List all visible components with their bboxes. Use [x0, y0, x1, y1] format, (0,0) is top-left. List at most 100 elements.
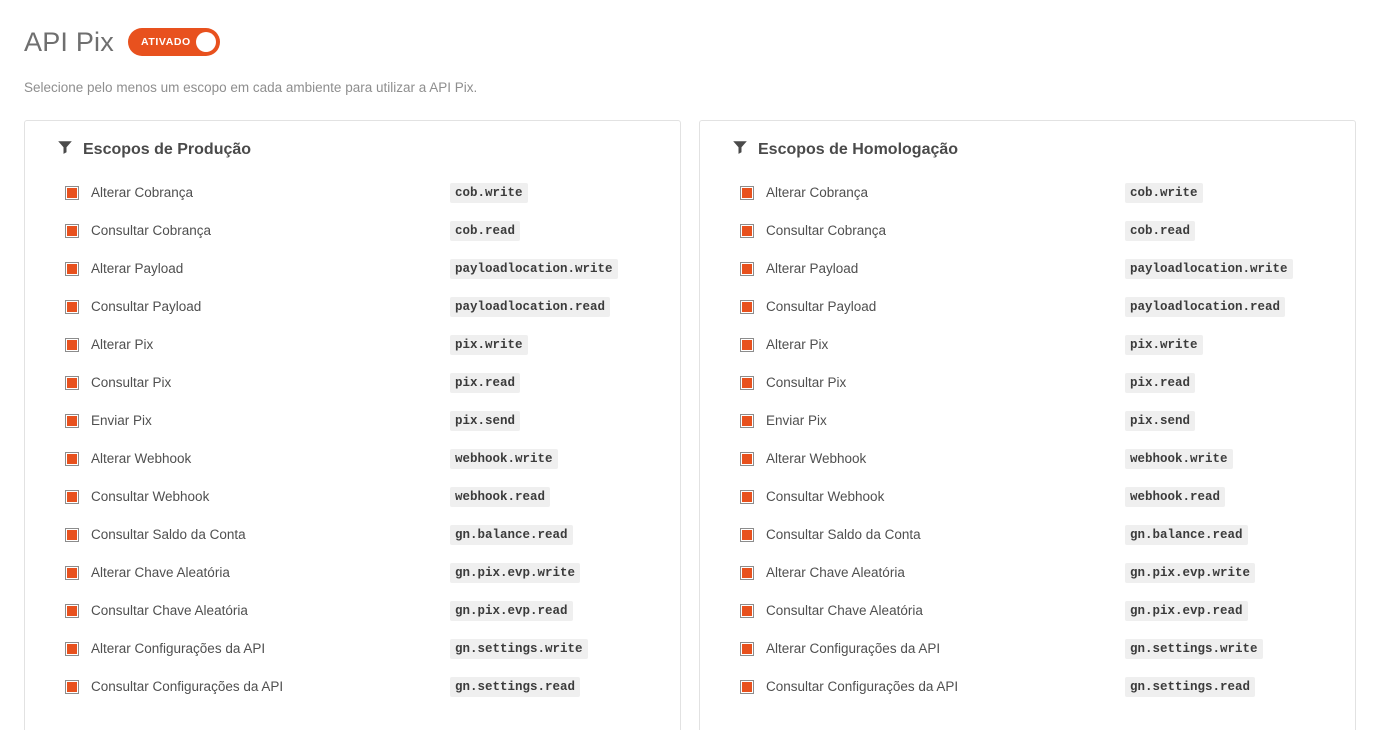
checkbox-checked-icon: [742, 416, 752, 426]
scope-checkbox[interactable]: [740, 376, 754, 390]
scope-row[interactable]: Enviar Pix pix.send: [720, 402, 1335, 440]
scope-checkbox[interactable]: [740, 566, 754, 580]
scope-label: Alterar Configurações da API: [766, 641, 941, 656]
scope-label: Consultar Saldo da Conta: [91, 527, 246, 542]
checkbox-checked-icon: [67, 492, 77, 502]
checkbox-checked-icon: [742, 378, 752, 388]
scope-row[interactable]: Consultar Cobrança cob.read: [45, 212, 660, 250]
scope-row[interactable]: Consultar Webhook webhook.read: [720, 478, 1335, 516]
scope-checkbox[interactable]: [65, 490, 79, 504]
scope-row[interactable]: Alterar Pix pix.write: [720, 326, 1335, 364]
scope-code-tag: gn.pix.evp.write: [1125, 563, 1256, 583]
toggle-knob[interactable]: [195, 32, 216, 52]
scope-checkbox[interactable]: [740, 490, 754, 504]
scope-row[interactable]: Alterar Configurações da API gn.settings.…: [720, 630, 1335, 668]
scope-row[interactable]: Consultar Pix pix.read: [45, 364, 660, 402]
scope-row[interactable]: Alterar Chave Aleatória gn.pix.evp.write: [720, 554, 1335, 592]
scope-label: Consultar Webhook: [91, 489, 210, 504]
scope-checkbox[interactable]: [65, 338, 79, 352]
scope-checkbox[interactable]: [740, 452, 754, 466]
scope-checkbox[interactable]: [65, 414, 79, 428]
scope-checkbox[interactable]: [740, 338, 754, 352]
scope-row[interactable]: Alterar Cobrança cob.write: [45, 174, 660, 212]
scope-code-tag: webhook.read: [450, 487, 551, 507]
scope-row[interactable]: Alterar Chave Aleatória gn.pix.evp.write: [45, 554, 660, 592]
scope-label: Consultar Pix: [766, 375, 847, 390]
scope-row[interactable]: Consultar Chave Aleatória gn.pix.evp.read: [45, 592, 660, 630]
scope-checkbox[interactable]: [65, 300, 79, 314]
scope-checkbox[interactable]: [65, 376, 79, 390]
scope-row[interactable]: Consultar Payload payloadlocation.read: [45, 288, 660, 326]
scope-code-tag: payloadlocation.read: [1125, 297, 1286, 317]
homologation-scopes-card: Escopos de Homologação Alterar Cobrança c…: [699, 120, 1356, 730]
scope-label: Consultar Pix: [91, 375, 172, 390]
scope-checkbox[interactable]: [740, 186, 754, 200]
scope-row[interactable]: Consultar Payload payloadlocation.read: [720, 288, 1335, 326]
scope-code-cell: gn.balance.read: [450, 525, 660, 545]
scope-checkbox[interactable]: [740, 642, 754, 656]
scope-code-cell: webhook.write: [450, 449, 660, 469]
scope-code-cell: gn.pix.evp.read: [450, 601, 660, 621]
scope-checkbox[interactable]: [65, 528, 79, 542]
scope-row[interactable]: Alterar Webhook webhook.write: [720, 440, 1335, 478]
scope-checkbox[interactable]: [65, 262, 79, 276]
scope-code-cell: gn.settings.read: [450, 677, 660, 697]
scope-code-tag: gn.settings.write: [1125, 639, 1263, 659]
scope-row[interactable]: Alterar Payload payloadlocation.write: [720, 250, 1335, 288]
scope-row[interactable]: Alterar Cobrança cob.write: [720, 174, 1335, 212]
checkbox-checked-icon: [742, 606, 752, 616]
scope-row[interactable]: Consultar Cobrança cob.read: [720, 212, 1335, 250]
checkbox-checked-icon: [742, 530, 752, 540]
scope-row[interactable]: Alterar Webhook webhook.write: [45, 440, 660, 478]
scope-row[interactable]: Consultar Chave Aleatória gn.pix.evp.read: [720, 592, 1335, 630]
scope-label: Alterar Webhook: [766, 451, 867, 466]
scope-code-tag: payloadlocation.read: [450, 297, 611, 317]
scope-checkbox[interactable]: [65, 604, 79, 618]
scope-checkbox[interactable]: [740, 262, 754, 276]
scope-checkbox[interactable]: [740, 224, 754, 238]
scope-row[interactable]: Consultar Pix pix.read: [720, 364, 1335, 402]
scope-checkbox[interactable]: [65, 680, 79, 694]
production-scope-list: Alterar Cobrança cob.write Consultar Cobra…: [45, 174, 660, 706]
scope-checkbox[interactable]: [740, 604, 754, 618]
scope-code-cell: gn.pix.evp.write: [1125, 563, 1335, 583]
scope-code-tag: cob.read: [450, 221, 521, 241]
scope-checkbox[interactable]: [740, 528, 754, 542]
scope-row[interactable]: Consultar Configurações da API gn.setting…: [45, 668, 660, 706]
scope-checkbox[interactable]: [740, 414, 754, 428]
api-pix-enable-toggle[interactable]: ATIVADO: [127, 28, 220, 56]
checkbox-checked-icon: [742, 492, 752, 502]
scope-row[interactable]: Consultar Saldo da Conta gn.balance.read: [720, 516, 1335, 554]
scope-checkbox[interactable]: [65, 642, 79, 656]
scope-row[interactable]: Alterar Payload payloadlocation.write: [45, 250, 660, 288]
scope-checkbox[interactable]: [65, 566, 79, 580]
production-scopes-card: Escopos de Produção Alterar Cobrança cob.…: [24, 120, 681, 730]
scope-label: Consultar Chave Aleatória: [91, 603, 248, 618]
scope-code-tag: gn.settings.read: [1125, 677, 1256, 697]
scope-row[interactable]: Consultar Configurações da API gn.setting…: [720, 668, 1335, 706]
scope-row[interactable]: Alterar Configurações da API gn.settings.…: [45, 630, 660, 668]
checkbox-checked-icon: [742, 454, 752, 464]
scope-code-cell: gn.balance.read: [1125, 525, 1335, 545]
checkbox-checked-icon: [67, 302, 77, 312]
scope-checkbox[interactable]: [65, 224, 79, 238]
scope-checkbox[interactable]: [65, 452, 79, 466]
scope-label: Alterar Cobrança: [91, 185, 194, 200]
scope-checkbox[interactable]: [740, 300, 754, 314]
checkbox-checked-icon: [67, 682, 77, 692]
scope-code-cell: pix.write: [1125, 335, 1335, 355]
scope-label: Alterar Payload: [766, 261, 859, 276]
scope-row[interactable]: Consultar Saldo da Conta gn.balance.read: [45, 516, 660, 554]
scope-code-cell: pix.send: [1125, 411, 1335, 431]
scope-code-tag: webhook.write: [450, 449, 558, 469]
checkbox-checked-icon: [67, 378, 77, 388]
scope-label: Consultar Cobrança: [766, 223, 887, 238]
scope-code-tag: pix.send: [1125, 411, 1196, 431]
scope-row[interactable]: Alterar Pix pix.write: [45, 326, 660, 364]
scope-checkbox[interactable]: [65, 186, 79, 200]
scope-checkbox[interactable]: [740, 680, 754, 694]
scope-row[interactable]: Consultar Webhook webhook.read: [45, 478, 660, 516]
scope-code-cell: webhook.read: [1125, 487, 1335, 507]
scope-code-tag: pix.write: [450, 335, 528, 355]
scope-row[interactable]: Enviar Pix pix.send: [45, 402, 660, 440]
